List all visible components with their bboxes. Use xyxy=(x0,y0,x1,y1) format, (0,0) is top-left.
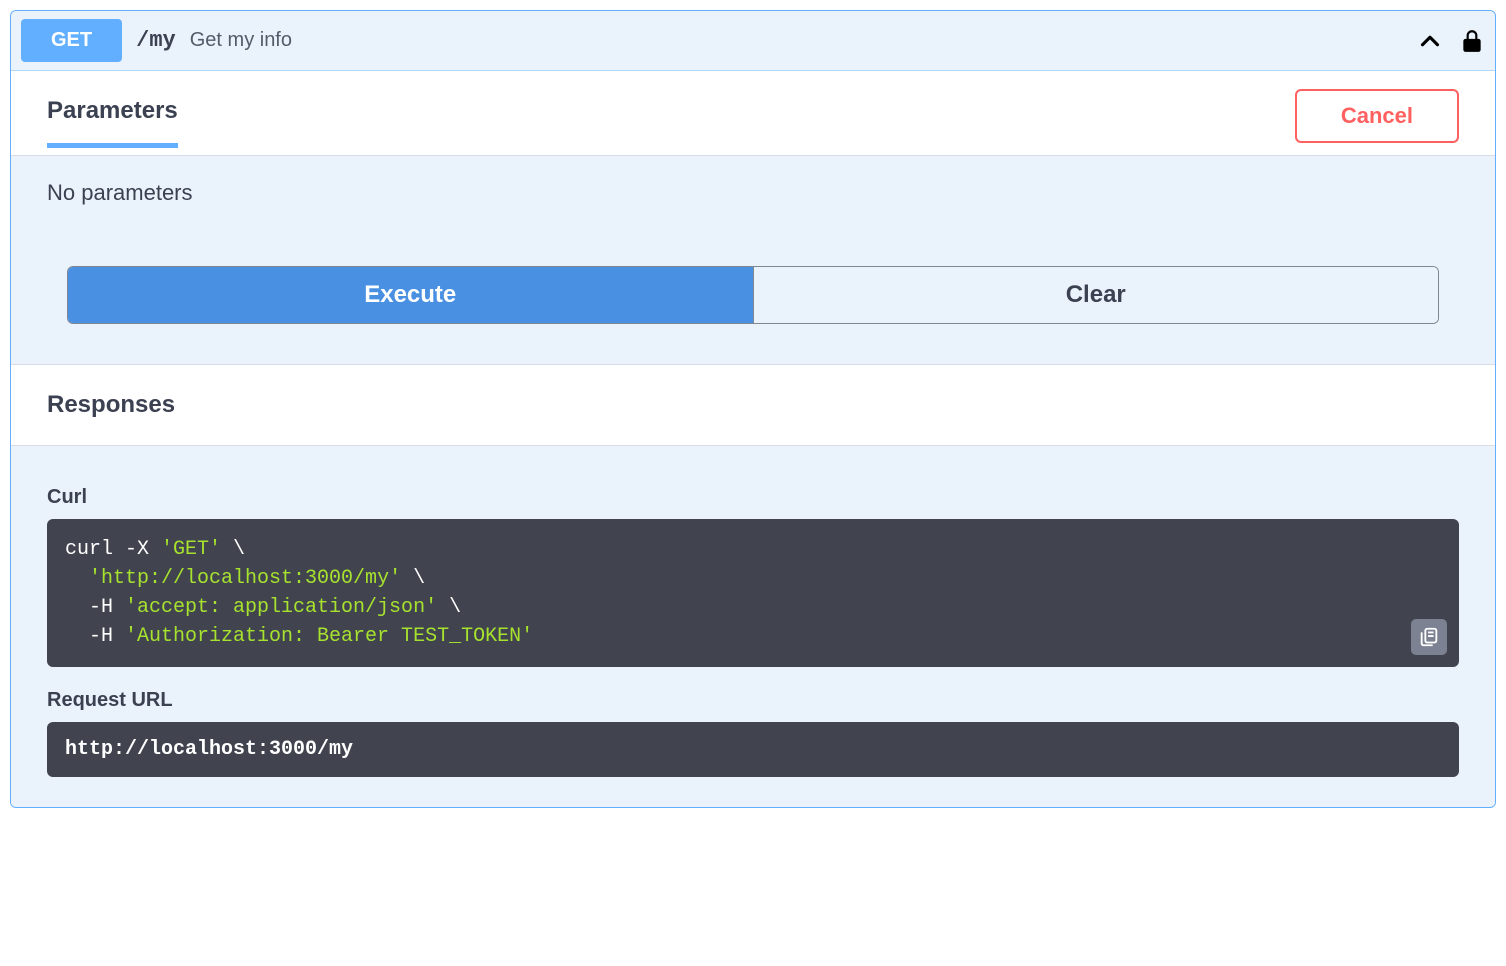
parameters-body: No parameters Execute Clear xyxy=(11,156,1495,364)
action-button-row: Execute Clear xyxy=(67,266,1439,324)
curl-text: \ xyxy=(221,538,245,561)
cancel-button[interactable]: Cancel xyxy=(1295,89,1459,143)
copy-icon[interactable] xyxy=(1411,619,1447,655)
curl-text: 'Authorization: Bearer TEST_TOKEN' xyxy=(125,625,533,648)
curl-text: 'GET' xyxy=(161,538,221,561)
curl-text: curl -X xyxy=(65,538,161,561)
method-badge: GET xyxy=(21,19,122,62)
clear-button[interactable]: Clear xyxy=(753,267,1439,323)
chevron-up-icon[interactable] xyxy=(1415,26,1445,56)
endpoint-description: Get my info xyxy=(190,29,1415,52)
execute-button[interactable]: Execute xyxy=(68,267,753,323)
curl-text: 'accept: application/json' xyxy=(125,596,437,619)
request-url-label: Request URL xyxy=(47,689,1459,712)
lock-icon[interactable] xyxy=(1459,28,1485,54)
parameters-header: Parameters Cancel xyxy=(11,71,1495,156)
curl-code-block: curl -X 'GET' \ 'http://localhost:3000/m… xyxy=(47,519,1459,667)
endpoint-path: /my xyxy=(136,28,176,53)
parameters-tab[interactable]: Parameters xyxy=(47,97,178,148)
curl-text: \ xyxy=(437,596,461,619)
request-url-block: http://localhost:3000/my xyxy=(47,722,1459,777)
responses-body: Curl curl -X 'GET' \ 'http://localhost:3… xyxy=(11,446,1495,807)
curl-label: Curl xyxy=(47,486,1459,509)
responses-heading: Responses xyxy=(11,364,1495,446)
curl-text: 'http://localhost:3000/my' xyxy=(89,567,401,590)
no-parameters-text: No parameters xyxy=(47,180,1459,206)
curl-text: \ xyxy=(401,567,425,590)
operation-block: GET /my Get my info Parameters Cancel No… xyxy=(10,10,1496,808)
operation-summary[interactable]: GET /my Get my info xyxy=(11,11,1495,71)
